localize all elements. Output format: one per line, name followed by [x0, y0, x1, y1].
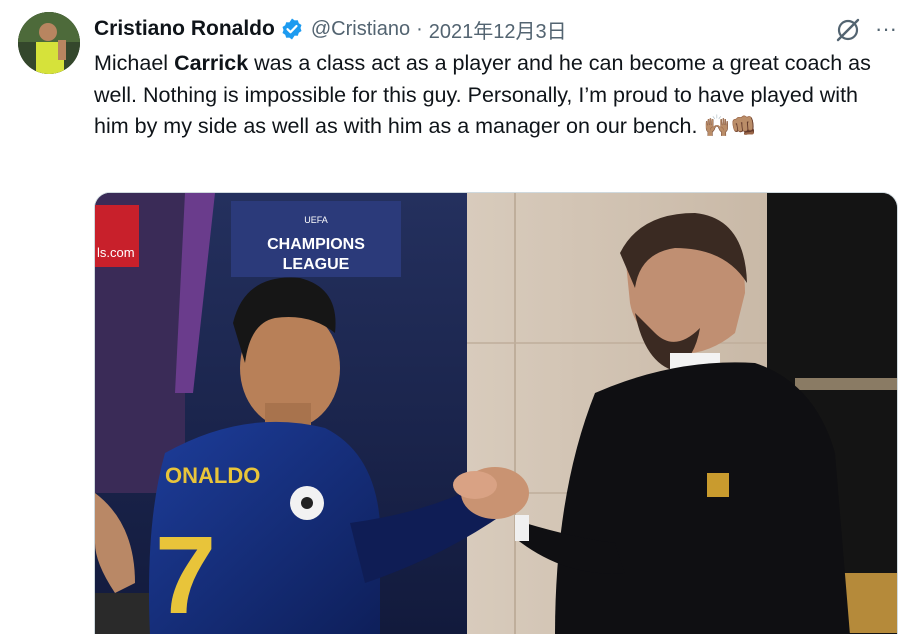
tweet-date[interactable]: 2021年12月3日 — [429, 15, 567, 44]
sponsor-text: ls.com — [97, 245, 135, 260]
author-name[interactable]: Cristiano Ronaldo — [94, 17, 275, 41]
avatar-image — [18, 12, 80, 74]
grok-icon[interactable] — [834, 16, 862, 44]
author-avatar[interactable] — [18, 12, 80, 74]
uefa-label: UEFA — [304, 215, 328, 225]
tweet-header: Cristiano Ronaldo @Cristiano · 2021年12月3… — [94, 12, 567, 46]
tweet-text-pre: Michael — [94, 51, 175, 75]
verified-badge-icon — [282, 18, 302, 40]
tweet-photo[interactable]: ls.com UEFA CHAMPIONS LEAGUE ONALDO 7 — [94, 192, 898, 634]
tweet-emoji: 🙌🏽👊🏽 — [703, 114, 758, 138]
league-label: LEAGUE — [283, 256, 350, 273]
tweet-text-bold[interactable]: Carrick — [174, 51, 248, 75]
shirt-number: 7 — [155, 514, 216, 634]
shirt-name: ONALDO — [165, 463, 260, 488]
author-handle[interactable]: @Cristiano — [311, 18, 410, 41]
photo-scene: ls.com UEFA CHAMPIONS LEAGUE ONALDO 7 — [95, 193, 897, 634]
more-icon[interactable]: ··· — [874, 14, 898, 44]
champions-label: CHAMPIONS — [267, 236, 365, 253]
separator-dot: · — [416, 17, 423, 40]
club-crest — [707, 473, 729, 497]
carrick-suit — [555, 362, 850, 634]
tweet-text: Michael Carrick was a class act as a pla… — [94, 48, 884, 143]
